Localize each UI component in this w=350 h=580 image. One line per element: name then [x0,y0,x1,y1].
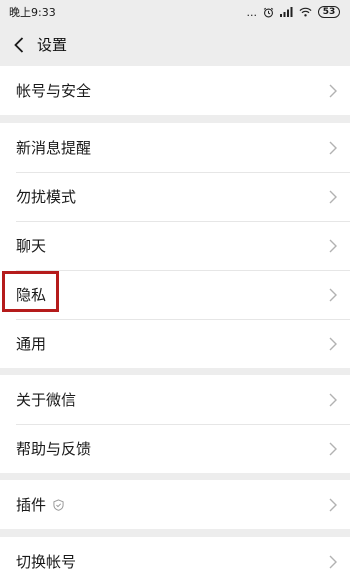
settings-item-label: 聊天 [16,237,47,255]
settings-item-privacy[interactable]: 隐私 [0,270,350,319]
settings-group-about: 关于微信 帮助与反馈 [0,375,350,473]
settings-item-label: 帮助与反馈 [16,440,92,458]
settings-item-do-not-disturb[interactable]: 勿扰模式 [0,172,350,221]
nav-bar: 设置 [0,24,350,65]
chevron-right-icon [329,393,337,406]
settings-item-help-feedback[interactable]: 帮助与反馈 [0,424,350,473]
alarm-icon [263,7,274,17]
settings-group-plugins: 插件 [0,480,350,529]
chevron-right-icon [329,498,337,511]
settings-item-label: 插件 [16,496,47,514]
chevron-right-icon [329,288,337,301]
settings-item-about-wechat[interactable]: 关于微信 [0,375,350,424]
back-button[interactable] [5,24,33,65]
chevron-right-icon [329,239,337,252]
settings-item-switch-account[interactable]: 切换帐号 [0,537,350,580]
battery-level: 53 [322,6,336,17]
status-bar: 晚上9:33 ... 53 [0,0,350,24]
chevron-right-icon [329,555,337,568]
settings-item-general[interactable]: 通用 [0,319,350,368]
chevron-right-icon [329,337,337,350]
settings-item-label: 勿扰模式 [16,188,77,206]
chevron-left-icon [14,36,24,53]
settings-item-label: 隐私 [16,286,47,304]
chevron-right-icon [329,141,337,154]
status-time: 晚上9:33 [9,6,56,19]
shield-icon [53,498,64,511]
settings-item-chat[interactable]: 聊天 [0,221,350,270]
settings-group-account: 帐号与安全 [0,66,350,115]
battery-icon: 53 [318,6,340,18]
settings-item-label: 帐号与安全 [16,82,92,100]
settings-item-plugins[interactable]: 插件 [0,480,350,529]
settings-item-notifications[interactable]: 新消息提醒 [0,123,350,172]
chevron-right-icon [329,442,337,455]
signal-icon [280,7,293,17]
chevron-right-icon [329,84,337,97]
more-dots-icon: ... [246,5,258,19]
chevron-right-icon [329,190,337,203]
settings-group-main: 新消息提醒 勿扰模式 聊天 隐私 通用 [0,123,350,368]
settings-item-account-security[interactable]: 帐号与安全 [0,66,350,115]
wifi-icon [299,7,312,17]
page-title: 设置 [37,36,68,54]
settings-item-label: 切换帐号 [16,553,77,571]
status-icons: ... 53 [246,5,340,19]
settings-item-label: 关于微信 [16,391,77,409]
settings-group-switch-account: 切换帐号 [0,537,350,580]
settings-item-label: 通用 [16,335,47,353]
settings-item-label: 新消息提醒 [16,139,92,157]
